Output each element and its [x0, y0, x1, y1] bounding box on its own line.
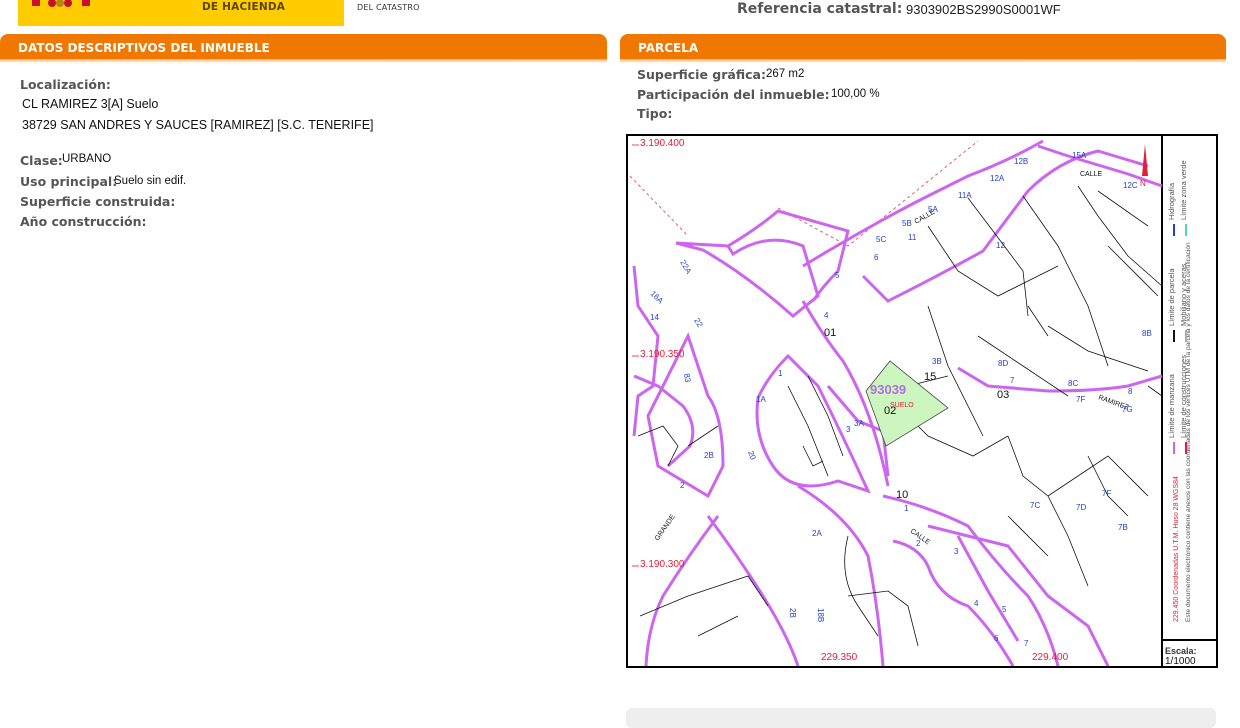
address-line-2: 38729 SAN ANDRES Y SAUCES [RAMIREZ] [S.C… [22, 118, 374, 132]
legend-coords-note: 229.450 Coordenadas U.T.M. Huso 28 WGS84 [1173, 476, 1180, 622]
svg-text:4: 4 [824, 311, 829, 320]
svg-text:2: 2 [916, 539, 921, 548]
coord-y-top: 3.190.400 [640, 138, 685, 149]
ref-catastral-label: Referencia catastral: [737, 1, 903, 17]
scale-value: 1/1000 [1165, 656, 1196, 666]
svg-text:7D: 7D [1076, 503, 1086, 512]
superficie-grafica-label: Superficie gráfica: [637, 67, 766, 82]
superficie-construida-label: Superficie construida: [20, 194, 176, 209]
street-calle-2: CALLE [1080, 171, 1103, 178]
svg-text:7: 7 [1010, 376, 1015, 385]
svg-text:2: 2 [680, 481, 685, 490]
svg-text:5B: 5B [902, 219, 912, 228]
svg-text:7F: 7F [1076, 395, 1085, 404]
svg-text:7: 7 [1024, 639, 1029, 648]
svg-text:4: 4 [974, 599, 979, 608]
svg-text:5C: 5C [876, 235, 886, 244]
svg-text:2B: 2B [704, 451, 714, 460]
localizacion-label: Localización: [20, 77, 111, 92]
svg-text:N: N [1140, 179, 1146, 188]
svg-text:3B: 3B [932, 357, 942, 366]
num-01: 01 [824, 327, 836, 339]
svg-text:11A: 11A [958, 191, 972, 200]
clase-value: URBANO [62, 153, 112, 165]
coord-x-right: 229.400 [1032, 652, 1069, 663]
svg-text:3A: 3A [854, 419, 864, 428]
coord-y-low: 3.190.300 [640, 559, 685, 570]
svg-text:1: 1 [904, 504, 909, 513]
cadastral-map-drawing: 3.190.400 3.190.350 3.190.300 229.350 22… [629, 136, 1216, 666]
svg-text:8C: 8C [1068, 379, 1078, 388]
svg-text:22A: 22A [678, 259, 693, 276]
svg-text:8B: 8B [1142, 329, 1152, 338]
superficie-grafica-value: 267 m2 [766, 68, 805, 80]
svg-text:7F: 7F [1102, 489, 1111, 498]
svg-text:2A: 2A [812, 529, 822, 538]
svg-text:1: 1 [778, 369, 783, 378]
svg-text:3: 3 [846, 425, 851, 434]
map-legend: Límite de manzana Límite de parcela Hidr… [1167, 160, 1192, 622]
svg-text:12: 12 [996, 241, 1005, 250]
svg-text:7G: 7G [1122, 405, 1133, 414]
scale-label: Escala: [1165, 646, 1197, 656]
svg-text:15A: 15A [1072, 151, 1087, 160]
num-03: 03 [997, 389, 1009, 401]
legend-hidrografia: Hidrografía [1167, 182, 1176, 220]
num-10: 10 [896, 489, 908, 501]
svg-text:12C: 12C [1123, 181, 1138, 190]
cadastral-map[interactable]: 3.190.400 3.190.350 3.190.300 229.350 22… [626, 134, 1218, 668]
svg-text:6: 6 [874, 253, 879, 262]
coord-x-left: 229.350 [821, 652, 858, 663]
legend-manzana: Límite de manzana [1167, 373, 1176, 438]
participacion-label: Participación del inmueble: [637, 87, 830, 102]
uso-principal-label: Uso principal: [20, 174, 118, 189]
svg-text:12A: 12A [990, 174, 1005, 183]
svg-text:7C: 7C [1030, 501, 1040, 510]
parcel-use: SUELO [890, 402, 914, 409]
svg-text:14: 14 [650, 313, 659, 322]
num-15: 15 [924, 371, 936, 383]
svg-text:8D: 8D [998, 359, 1008, 368]
parcela-section-header: PARCELA [620, 34, 1226, 63]
svg-text:22: 22 [692, 317, 705, 330]
address-line-1: CL RAMIREZ 3[A] Suelo [22, 97, 159, 111]
datos-section-header: DATOS DESCRIPTIVOS DEL INMUEBLE [0, 34, 607, 63]
legend-parcela: Límite de parcela [1167, 268, 1176, 326]
svg-text:7B: 7B [1118, 523, 1128, 532]
ministry-line: DE HACIENDA [202, 1, 286, 13]
legend-doc-note: Este documento electrónico contiene anex… [1185, 242, 1192, 622]
tipo-label: Tipo: [637, 106, 673, 121]
svg-text:11: 11 [908, 233, 917, 242]
ref-catastral-value: 9303902BS2990S0001WF [906, 2, 1061, 17]
footer-note-box [626, 708, 1216, 728]
svg-text:16A: 16A [649, 289, 666, 306]
svg-text:12B: 12B [1014, 157, 1028, 166]
street-grande: GRANDE [654, 513, 677, 542]
clase-label: Clase: [20, 153, 63, 168]
svg-text:18B: 18B [816, 608, 825, 622]
svg-text:2B: 2B [788, 608, 797, 618]
coat-of-arms-icon [32, 0, 90, 7]
coord-y-mid: 3.190.350 [640, 349, 685, 360]
parcel-id: 93039 [870, 382, 906, 397]
agency-line: DEL CATASTRO [357, 3, 420, 12]
legend-zona-verde: Límite zona verde [1179, 160, 1188, 220]
svg-text:5: 5 [835, 271, 840, 280]
datos-section-title: DATOS DESCRIPTIVOS DEL INMUEBLE [18, 41, 270, 55]
svg-text:1A: 1A [756, 395, 766, 404]
svg-text:20: 20 [746, 450, 758, 462]
parcela-section-title: PARCELA [638, 41, 699, 55]
svg-text:5: 5 [1002, 605, 1007, 614]
svg-text:3: 3 [954, 547, 959, 556]
uso-principal-value: Suelo sin edif. [114, 175, 187, 187]
svg-text:83: 83 [682, 373, 693, 384]
anio-construccion-label: Año construcción: [20, 214, 147, 229]
participacion-value: 100,00 % [831, 88, 880, 100]
svg-text:5A: 5A [928, 205, 938, 214]
svg-text:6: 6 [994, 634, 999, 643]
svg-text:8: 8 [1128, 387, 1133, 396]
